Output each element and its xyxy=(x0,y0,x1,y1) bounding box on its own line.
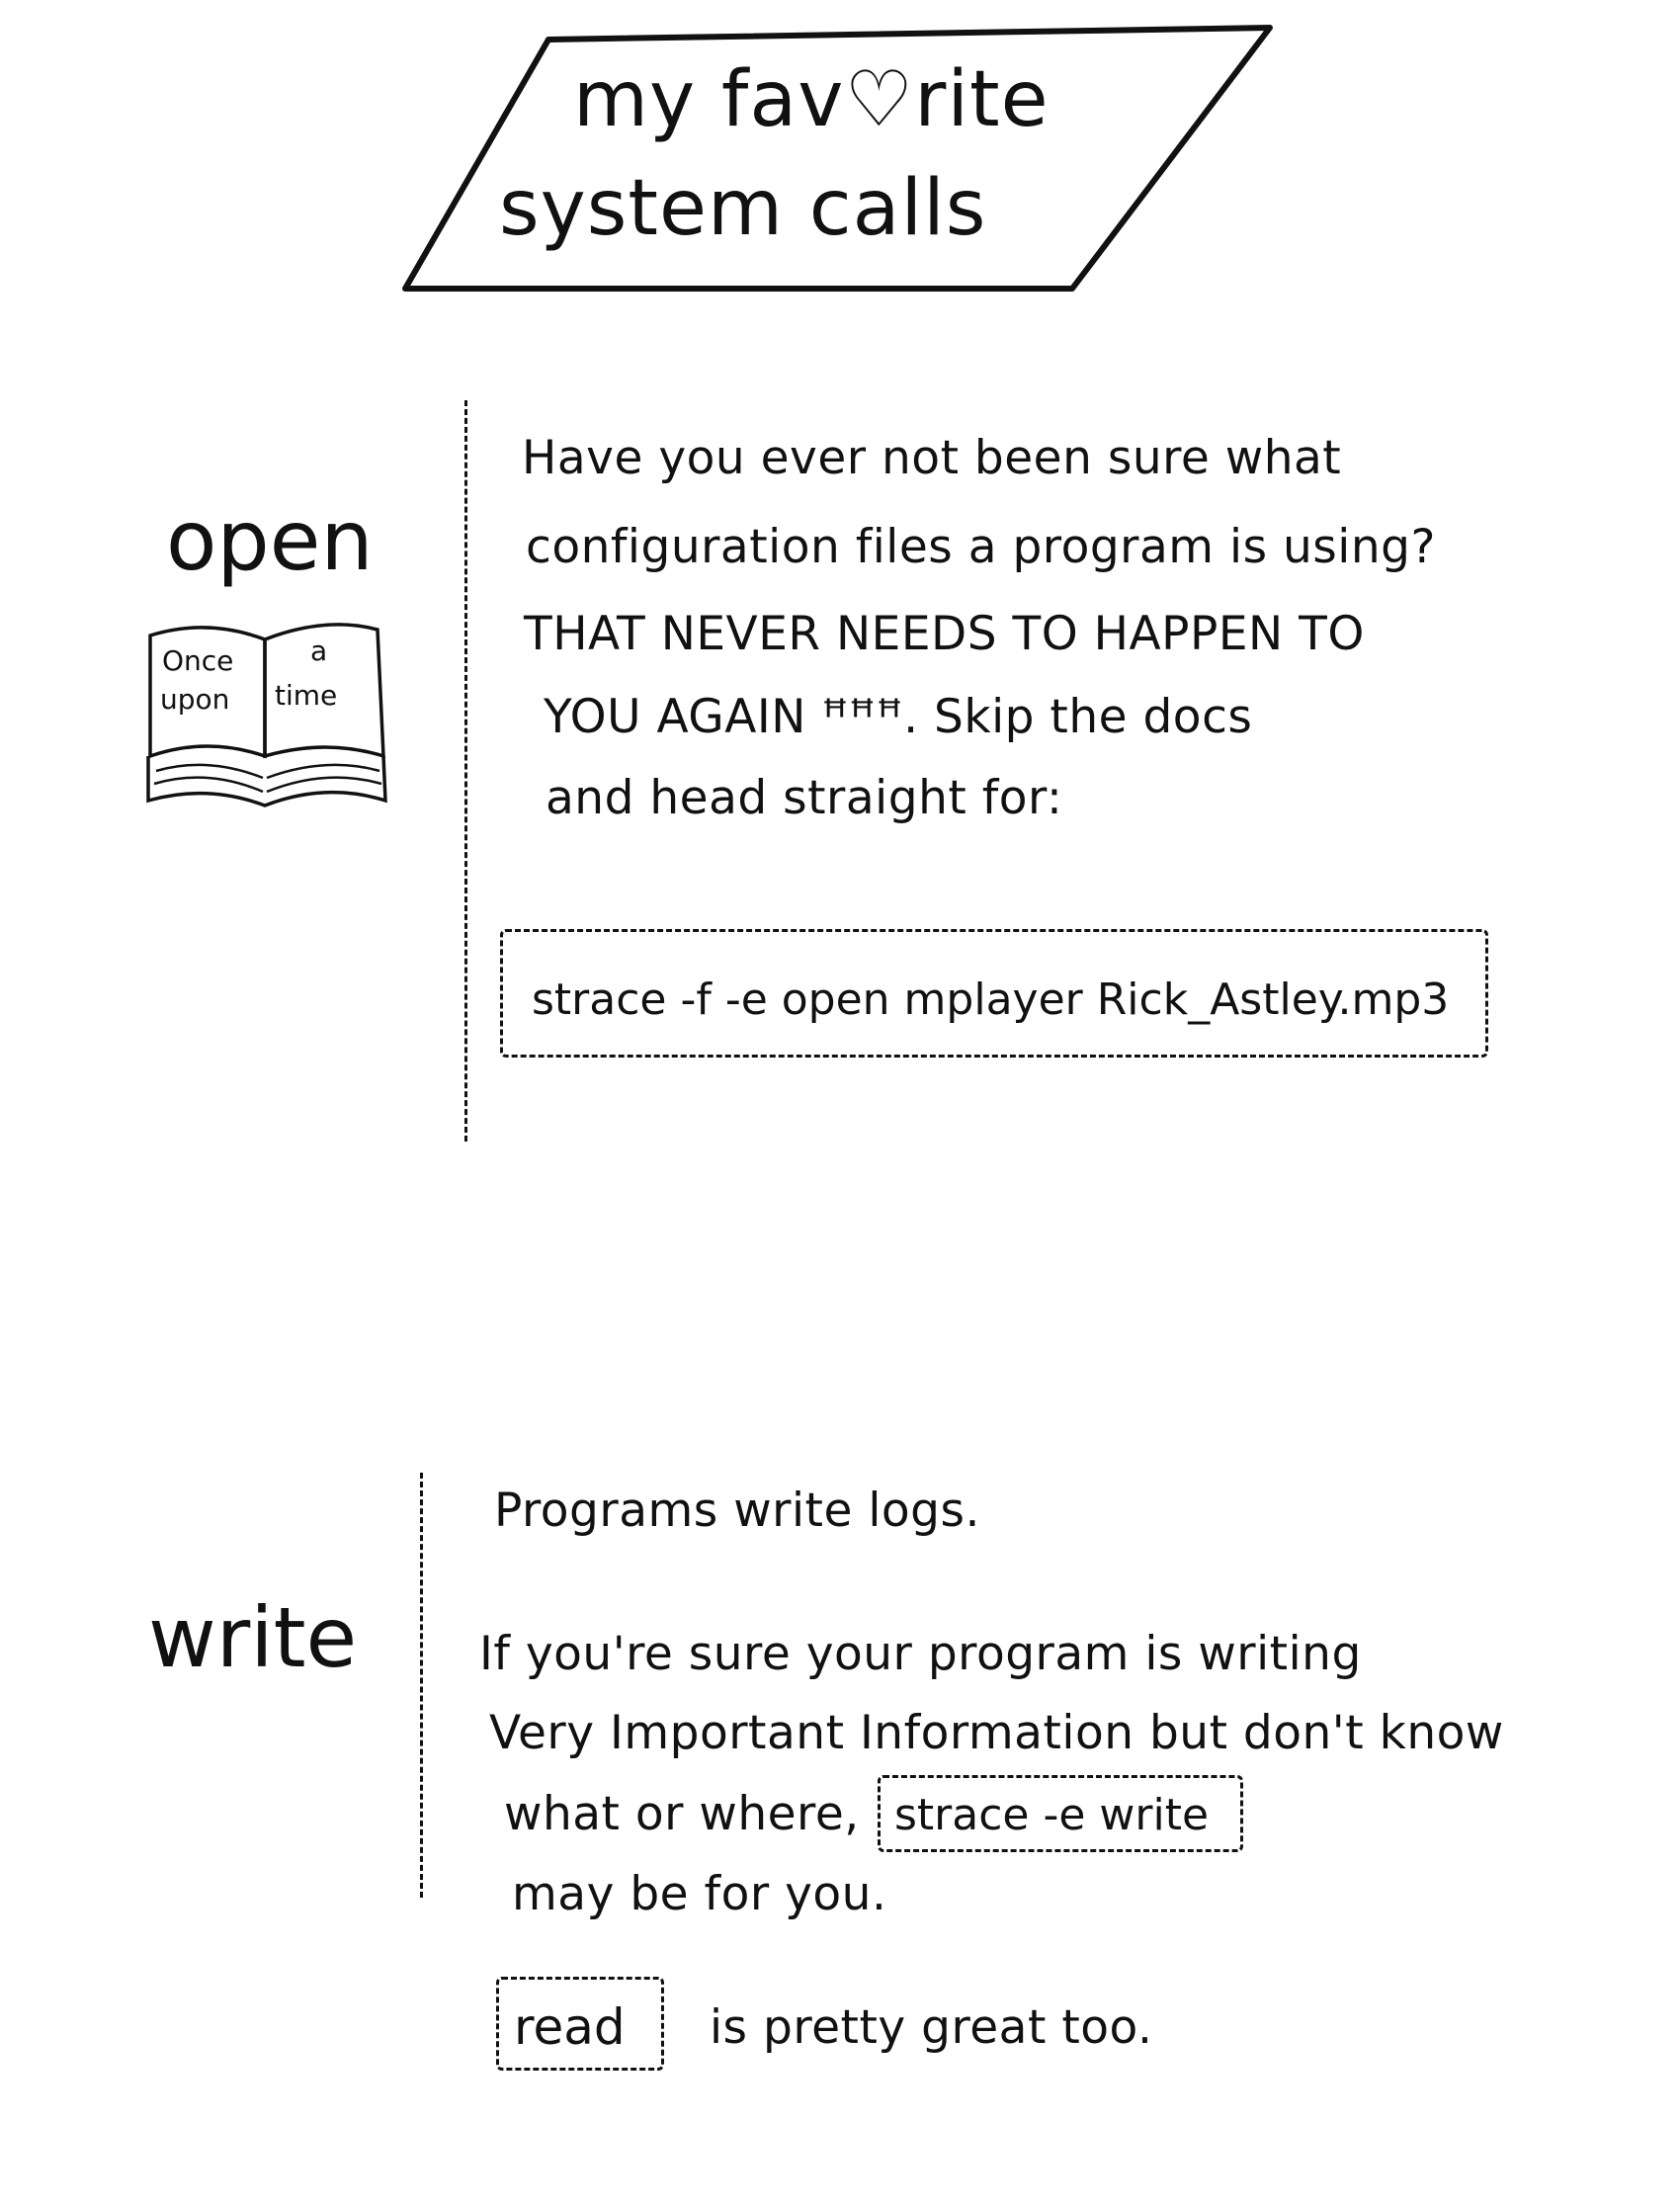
title-line-2: system calls xyxy=(499,164,987,253)
book-text-a: a xyxy=(310,635,328,667)
open-command-text: strace -f -e open mplayer Rick_Astley.mp… xyxy=(532,975,1450,1025)
write-line-5: may be for you. xyxy=(512,1867,887,1921)
write-line-3: Very Important Information but don't kno… xyxy=(489,1706,1504,1760)
title-frame xyxy=(402,25,1273,292)
open-divider xyxy=(464,400,467,1142)
read-suffix: is pretty great too. xyxy=(710,2000,1153,2055)
write-inline-command-text: strace -e write xyxy=(894,1790,1210,1840)
book-text-time: time xyxy=(275,679,338,712)
open-body-line-3: THAT NEVER NEEDS TO HAPPEN TO xyxy=(524,607,1365,661)
write-divider xyxy=(420,1473,423,1898)
write-line-4-prefix: what or where, xyxy=(504,1787,860,1841)
open-body-line-4: YOU AGAIN ꟸꟸꟸ. Skip the docs xyxy=(544,690,1253,744)
write-label: write xyxy=(148,1589,358,1686)
book-text-upon: upon xyxy=(160,683,230,716)
book-text-once: Once xyxy=(162,644,234,677)
open-body-line-2: configuration files a program is using? xyxy=(526,520,1436,574)
title-line-1: my fav♡rite xyxy=(573,55,1050,144)
write-line-2: If you're sure your program is writing xyxy=(479,1627,1362,1681)
read-command-text: read xyxy=(514,1998,626,2056)
open-body-line-1: Have you ever not been sure what xyxy=(522,431,1342,485)
open-body-line-5: and head straight for: xyxy=(546,771,1063,825)
open-label: open xyxy=(166,492,374,589)
write-line-1: Programs write logs. xyxy=(494,1484,980,1538)
